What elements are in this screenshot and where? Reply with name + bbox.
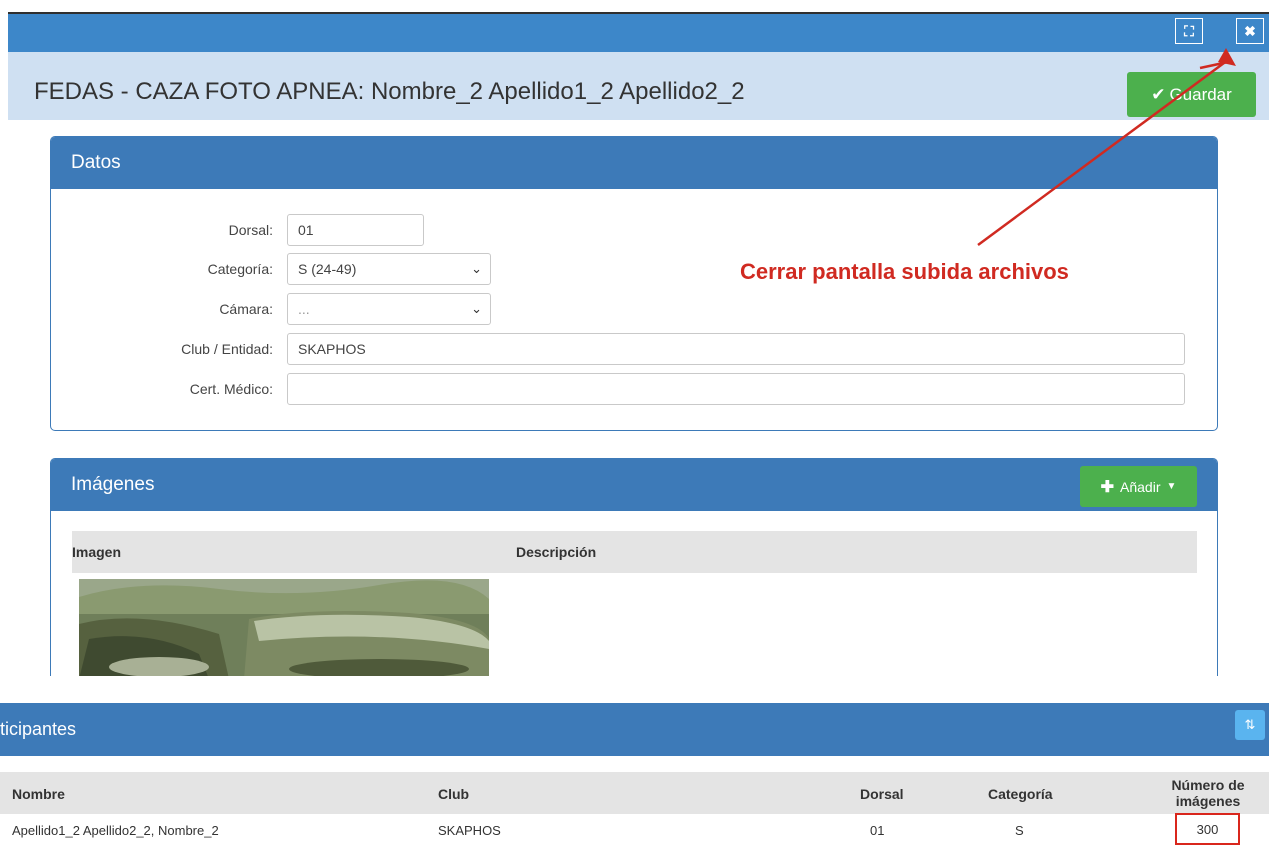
dorsal-input[interactable]: 01 xyxy=(287,214,424,246)
col-numero-imagenes: Número de imágenes xyxy=(1166,777,1250,809)
camara-select[interactable]: ... ⌄ xyxy=(287,293,491,325)
col-imagen: Imagen xyxy=(72,544,122,560)
add-image-button[interactable]: ✚ Añadir ▼ xyxy=(1080,466,1197,507)
row-nombre: Apellido1_2 Apellido2_2, Nombre_2 xyxy=(12,823,219,838)
check-icon: ✔ xyxy=(1151,84,1166,104)
club-row: Club / Entidad: SKAPHOS xyxy=(51,333,1185,365)
col-club: Club xyxy=(438,786,470,802)
dorsal-row: Dorsal: 01 xyxy=(51,214,424,246)
chevron-down-icon: ⌄ xyxy=(471,301,482,316)
col-nombre: Nombre xyxy=(12,786,65,802)
col-numero-line2: imágenes xyxy=(1175,793,1241,809)
club-label: Club / Entidad: xyxy=(181,341,273,357)
categoria-label: Categoría: xyxy=(207,261,273,277)
participantes-bar: ticipantes xyxy=(0,703,1269,756)
camara-row: Cámara: ... ⌄ xyxy=(51,293,491,325)
dorsal-label: Dorsal: xyxy=(228,222,273,238)
club-input[interactable]: SKAPHOS xyxy=(287,333,1185,365)
image-count-highlight: 300 xyxy=(1175,813,1240,845)
maximize-button[interactable]: ⛶ xyxy=(1175,18,1203,44)
col-dorsal: Dorsal xyxy=(860,786,904,802)
expand-icon: ⛶ xyxy=(1184,22,1194,39)
modal-title: FEDAS - CAZA FOTO APNEA: Nombre_2 Apelli… xyxy=(34,78,745,105)
participantes-table-header: Nombre Club Dorsal Categoría Número de i… xyxy=(0,772,1269,814)
imagenes-table-header: Imagen Descripción xyxy=(72,531,1197,573)
participantes-heading: ticipantes xyxy=(0,719,77,739)
col-numero-line1: Número de xyxy=(1171,777,1245,793)
datos-heading: Datos xyxy=(51,137,1217,189)
add-label: Añadir xyxy=(1120,478,1161,495)
categoria-value: S (24-49) xyxy=(298,261,357,277)
col-descripcion: Descripción xyxy=(516,544,597,560)
close-button[interactable]: ✖ xyxy=(1236,18,1264,44)
row-categoria: S xyxy=(1015,823,1024,838)
sort-button[interactable]: ⇅ xyxy=(1235,710,1265,740)
modal-top-bar xyxy=(8,12,1269,52)
camara-label: Cámara: xyxy=(219,301,273,317)
sort-icon: ⇅ xyxy=(1244,717,1256,732)
close-icon: ✖ xyxy=(1244,22,1256,39)
row-club: SKAPHOS xyxy=(438,823,501,838)
upload-modal: ⛶ ✖ FEDAS - CAZA FOTO APNEA: Nombre_2 Ap… xyxy=(8,0,1269,676)
categoria-row: Categoría: S (24-49) ⌄ xyxy=(51,253,491,285)
cert-medico-input[interactable] xyxy=(287,373,1185,405)
col-categoria: Categoría xyxy=(988,786,1053,802)
save-button[interactable]: ✔ Guardar xyxy=(1127,72,1256,117)
camara-value: ... xyxy=(298,301,310,317)
save-label: Guardar xyxy=(1169,84,1232,104)
plus-icon: ✚ xyxy=(1100,478,1115,496)
caret-down-icon: ▼ xyxy=(1166,481,1177,492)
image-thumbnail[interactable] xyxy=(79,579,489,676)
underwater-rocks-photo xyxy=(79,579,489,676)
cert-medico-label: Cert. Médico: xyxy=(189,381,273,397)
categoria-select[interactable]: S (24-49) ⌄ xyxy=(287,253,491,285)
imagenes-heading: Imágenes xyxy=(71,474,155,495)
imagenes-panel: Imágenes ✚ Añadir ▼ Imagen Descripción xyxy=(50,458,1218,676)
annotation-text: Cerrar pantalla subida archivos xyxy=(740,259,1069,284)
cert-medico-row: Cert. Médico: xyxy=(51,373,1185,405)
imagenes-header: Imágenes ✚ Añadir ▼ xyxy=(51,459,1217,511)
table-row[interactable]: Apellido1_2 Apellido2_2, Nombre_2 SKAPHO… xyxy=(0,815,1269,847)
row-dorsal: 01 xyxy=(870,823,885,838)
chevron-down-icon: ⌄ xyxy=(471,261,482,276)
